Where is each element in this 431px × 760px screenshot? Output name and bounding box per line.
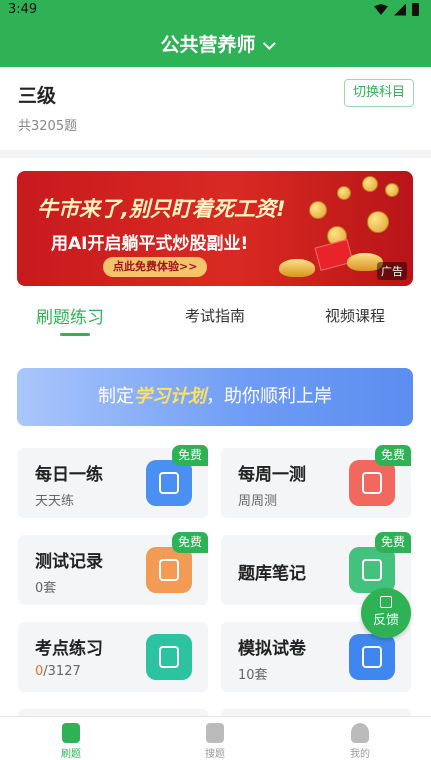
nav-label: 我的: [350, 749, 370, 760]
active-tab-indicator: [60, 333, 90, 336]
free-badge: 免费: [374, 532, 411, 553]
gold-ingot-icon: [279, 259, 315, 277]
card-subtitle: 10套: [238, 668, 268, 683]
star-icon: [146, 634, 192, 680]
profile-icon: [351, 723, 369, 743]
coin-icon: [367, 211, 389, 233]
notebook-icon: [349, 547, 395, 593]
chart-icon: [349, 460, 395, 506]
status-icons: [374, 3, 419, 16]
ad-headline: 牛市来了,别只盯着死工资!: [37, 197, 286, 221]
feedback-label: 反馈: [372, 613, 399, 628]
card-title: 每日一练: [35, 465, 103, 485]
tab-practice[interactable]: 刷题练习: [36, 303, 104, 328]
calendar-icon: [146, 460, 192, 506]
ad-tag: 广告: [377, 262, 407, 280]
practice-icon: [62, 723, 80, 743]
status-time: 3:49: [8, 2, 38, 17]
question-count: 共3205题: [18, 119, 78, 134]
coin-icon: [385, 183, 399, 197]
tab-bar: 刷题练习 考试指南 视频课程: [0, 299, 431, 339]
signal-icon: [394, 3, 406, 16]
nav-label: 搜题: [205, 749, 225, 760]
card-subtitle: 0/3127: [35, 664, 81, 679]
bottom-nav: 刷题 搜题 我的: [0, 716, 431, 760]
edit-icon: [380, 596, 392, 608]
level-label: 三级: [18, 85, 57, 107]
battery-icon: [412, 3, 419, 16]
plan-prefix: 制定: [98, 386, 134, 407]
feedback-button[interactable]: 反馈: [361, 588, 411, 638]
subject-selector[interactable]: 公共营养师: [0, 30, 431, 57]
card-title: 模拟试卷: [238, 639, 306, 659]
tab-video-courses[interactable]: 视频课程: [325, 305, 385, 326]
switch-subject-button[interactable]: 切换科目: [343, 79, 414, 107]
status-bar: 3:49: [0, 0, 431, 20]
ad-banner[interactable]: 牛市来了,别只盯着死工资! 用AI开启躺平式炒股副业! 点此免费体验>> 广告: [17, 171, 413, 286]
free-badge: 免费: [374, 445, 411, 466]
nav-search[interactable]: 搜题: [195, 723, 235, 760]
nav-label: 刷题: [61, 749, 81, 760]
plan-suffix: ，助你顺利上岸: [206, 386, 332, 407]
card-subtitle: 周周测: [238, 494, 278, 509]
ad-cta-button[interactable]: 点此免费体验>>: [103, 257, 208, 277]
card-daily-practice[interactable]: 每日一练 天天练 免费: [18, 445, 208, 518]
search-icon: [206, 723, 224, 743]
plan-highlight: 学习计划: [134, 386, 206, 407]
free-badge: 免费: [171, 445, 208, 466]
nav-practice[interactable]: 刷题: [51, 723, 91, 760]
app-header: 3:49 公共营养师: [0, 0, 431, 67]
study-plan-banner[interactable]: 制定学习计划，助你顺利上岸: [17, 368, 413, 426]
card-subtitle: 0套: [35, 581, 57, 596]
card-title: 测试记录: [35, 552, 103, 572]
card-weekly-test[interactable]: 每周一测 周周测 免费: [221, 445, 411, 518]
presentation-icon: [349, 634, 395, 680]
chevron-down-icon: [262, 37, 276, 51]
progress-total: /3127: [43, 664, 81, 679]
card-test-records[interactable]: 测试记录 0套 免费: [18, 532, 208, 605]
level-card: 三级 共3205题 切换科目: [0, 67, 431, 150]
card-title: 考点练习: [35, 639, 103, 659]
main-content: 牛市来了,别只盯着死工资! 用AI开启躺平式炒股副业! 点此免费体验>> 广告 …: [0, 158, 431, 738]
free-badge: 免费: [171, 532, 208, 553]
card-subtitle: 天天练: [35, 494, 75, 509]
page-title: 公共营养师: [160, 34, 256, 56]
ad-subline: 用AI开启躺平式炒股副业!: [51, 234, 249, 254]
nav-profile[interactable]: 我的: [340, 723, 380, 760]
card-topic-practice[interactable]: 考点练习 0/3127: [18, 622, 208, 692]
card-title: 每周一测: [238, 465, 306, 485]
coin-icon: [309, 201, 327, 219]
tab-exam-guide[interactable]: 考试指南: [185, 305, 245, 326]
coin-icon: [362, 176, 378, 192]
card-title: 题库笔记: [238, 564, 306, 584]
wifi-icon: [374, 4, 388, 15]
coin-icon: [337, 186, 351, 200]
document-icon: [146, 547, 192, 593]
